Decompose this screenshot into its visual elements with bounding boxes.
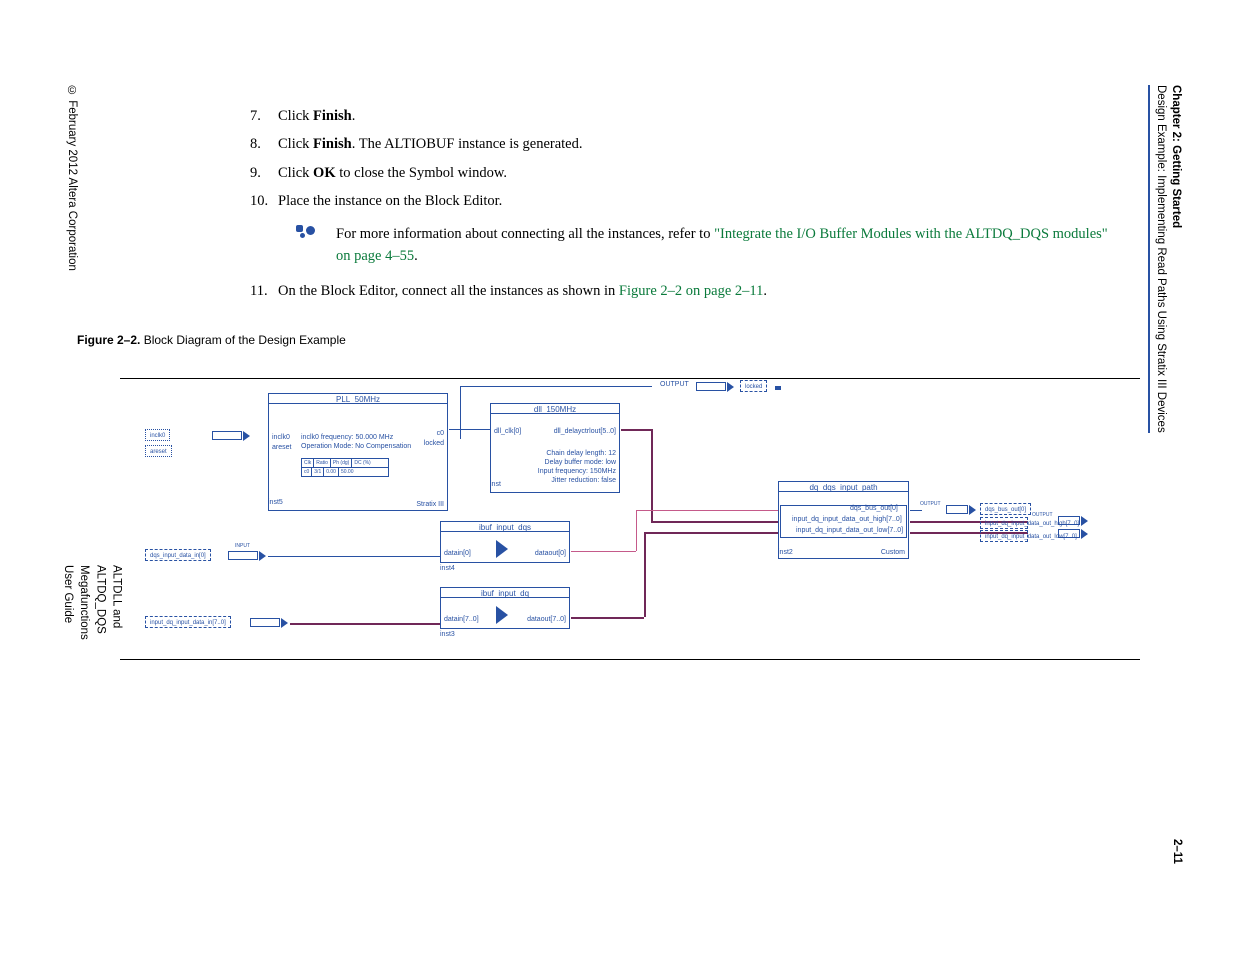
- pin-dqs-in: dqs_input_data_in[0]: [145, 549, 211, 561]
- block-ibuf-dq: ibuf_input_dq datain[7..0] dataout[7..0]: [440, 587, 570, 629]
- step-7: 7.Click Finish.: [250, 105, 1110, 127]
- chapter-label: Chapter 2: Getting Started: [1168, 85, 1183, 433]
- out-dq-high: input_dq_input_data_out_high[7..0]: [980, 517, 1028, 529]
- reference-icon: [294, 225, 318, 239]
- chapter-subtitle: Design Example: Implementing Read Paths …: [1155, 85, 1167, 433]
- xref-figure-2-2[interactable]: Figure 2–2 on page 2–11: [619, 283, 763, 299]
- step-9: 9.Click OK to close the Symbol window.: [250, 162, 1110, 184]
- left-margin: © February 2012 Altera Corporation ALTDL…: [60, 85, 80, 271]
- copyright-text: © February 2012 Altera Corporation: [66, 85, 78, 271]
- block-dll: dll_150MHz dll_clk[0] dll_delayctrlout[5…: [490, 403, 620, 493]
- doc-title-footer: ALTDLL and ALTDQ_DQS Megafunctions User …: [60, 565, 124, 640]
- page-number: 2–11: [1171, 839, 1183, 864]
- right-margin-header: Chapter 2: Getting Started Design Exampl…: [1148, 85, 1183, 433]
- figure-caption: Figure 2–2. Block Diagram of the Design …: [77, 333, 346, 347]
- step-8: 8.Click Finish. The ALTIOBUF instance is…: [250, 133, 1110, 155]
- pin-dq-in: input_dq_input_data_in[7..0]: [145, 616, 231, 628]
- block-diagram: inclk0 areset PLL_50MHz inclk0 areset in…: [120, 378, 1140, 660]
- pin-areset: areset: [145, 445, 172, 457]
- pin-inclk0: inclk0: [145, 429, 170, 441]
- io-symbol: [212, 431, 242, 440]
- step-11: 11.On the Block Editor, connect all the …: [250, 280, 1110, 302]
- out-dq-low: input_dq_input_data_out_low[7..0]: [980, 530, 1028, 542]
- reference-note: For more information about connecting al…: [250, 223, 1110, 268]
- out-dqs-bus: dqs_bus_out[0]: [980, 503, 1031, 515]
- body-content: 7.Click Finish. 8.Click Finish. The ALTI…: [250, 105, 1110, 308]
- step-10: 10.Place the instance on the Block Edito…: [250, 190, 1110, 212]
- block-pll: PLL_50MHz inclk0 areset inclk0 frequency…: [268, 393, 448, 511]
- out-locked: locked: [740, 380, 767, 392]
- block-ibuf-dqs: ibuf_input_dqs datain[0] dataout[0]: [440, 521, 570, 563]
